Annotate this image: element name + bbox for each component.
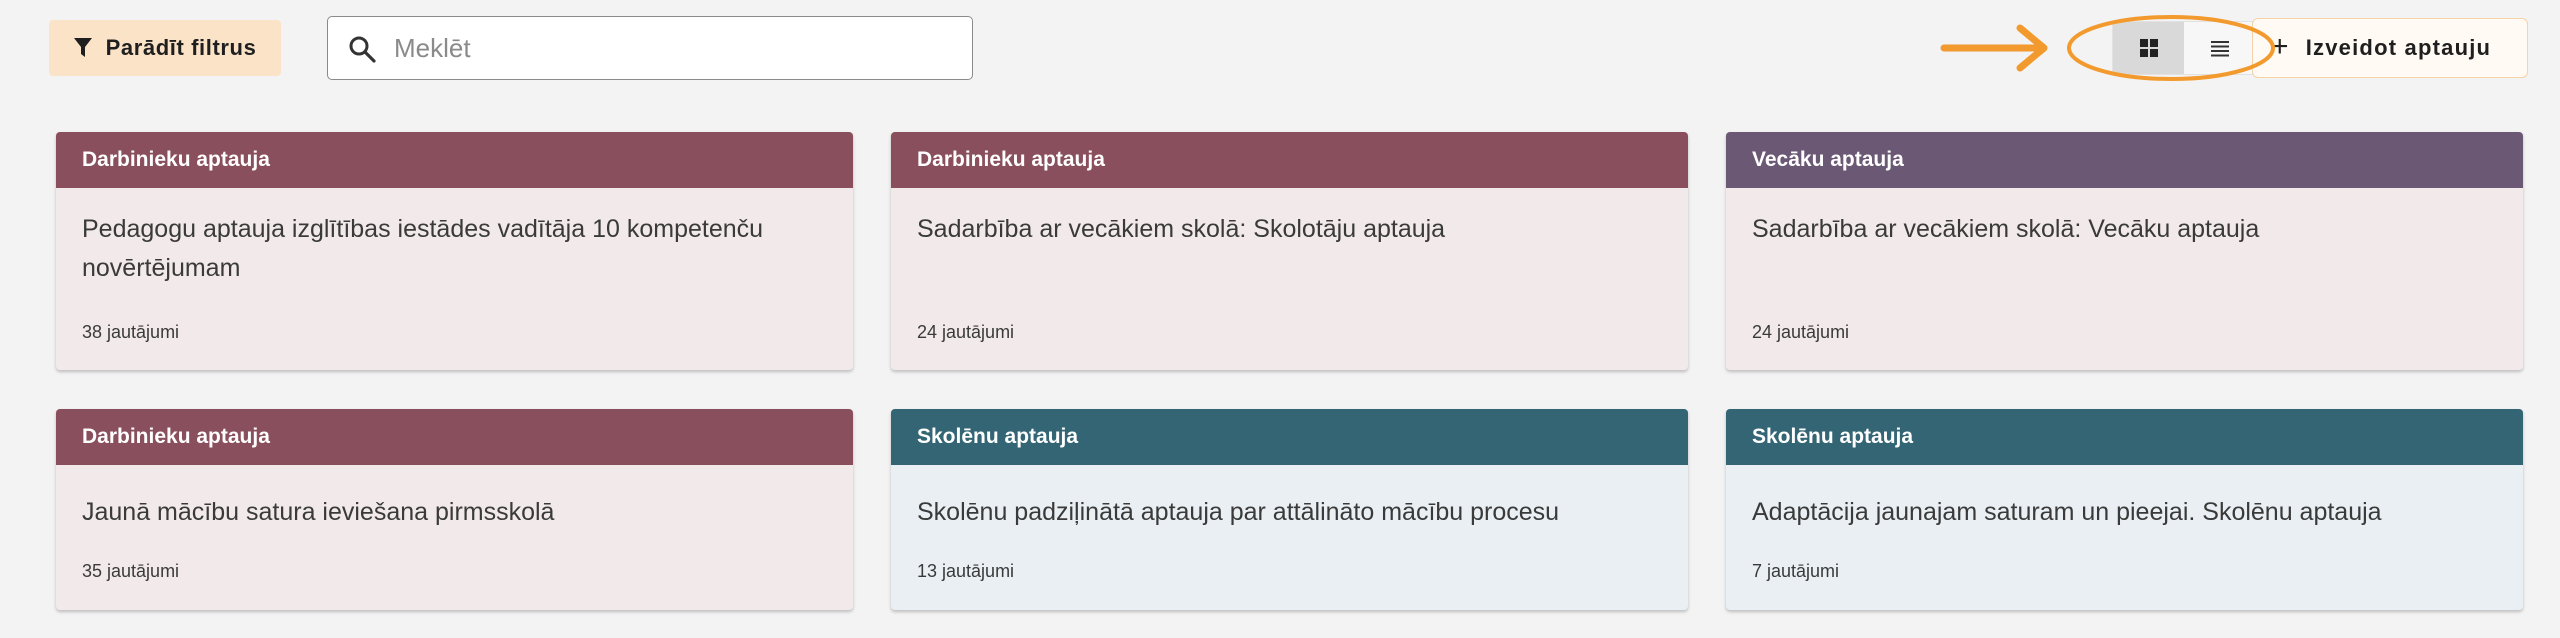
card-category: Vecāku aptauja — [1726, 132, 2523, 188]
card-question-count: 7 jautājumi — [1752, 561, 1840, 581]
survey-card[interactable]: Darbinieku aptauja Sadarbība ar vecākiem… — [891, 132, 1688, 370]
card-question-count: 24 jautājumi — [917, 322, 1015, 342]
show-filters-label: Parādīt filtrus — [105, 35, 257, 60]
list-view-button[interactable] — [2184, 22, 2255, 74]
view-toggle — [2112, 21, 2256, 75]
card-question-count: 24 jautājumi — [1752, 322, 1850, 342]
card-category: Skolēnu aptauja — [891, 409, 1688, 465]
card-title: Sadarbība ar vecākiem skolā: Skolotāju a… — [917, 215, 1446, 243]
card-title: Skolēnu padziļinātā aptauja par attālinā… — [917, 498, 1560, 526]
survey-card[interactable]: Skolēnu aptauja Skolēnu padziļinātā apta… — [891, 409, 1688, 610]
grid-icon — [2139, 39, 2158, 57]
card-category: Skolēnu aptauja — [1726, 409, 2523, 465]
plus-icon: + — [2271, 30, 2290, 63]
survey-card[interactable]: Vecāku aptauja Sadarbība ar vecākiem sko… — [1726, 132, 2523, 370]
card-title: Jaunā mācību satura ieviešana pirmsskolā — [82, 498, 555, 526]
survey-card[interactable]: Darbinieku aptauja Jaunā mācību satura i… — [56, 409, 853, 610]
card-category: Darbinieku aptauja — [56, 409, 853, 465]
card-question-count: 38 jautājumi — [82, 322, 180, 342]
card-category: Darbinieku aptauja — [891, 132, 1688, 188]
card-title: Sadarbība ar vecākiem skolā: Vecāku apta… — [1752, 215, 2260, 243]
survey-card[interactable]: Darbinieku aptauja Pedagogu aptauja izgl… — [56, 132, 853, 370]
card-category: Darbinieku aptauja — [56, 132, 853, 188]
create-survey-label: Izveidot aptauju — [2305, 35, 2492, 60]
search-icon — [349, 36, 376, 63]
card-title: Pedagogu aptauja izglītības iestādes vad… — [82, 215, 764, 282]
list-icon — [2210, 41, 2229, 57]
card-question-count: 13 jautājumi — [917, 561, 1015, 581]
arrow-annotation-icon — [1940, 24, 2048, 72]
filter-icon — [73, 38, 92, 57]
grid-view-button[interactable] — [2113, 22, 2184, 74]
survey-card[interactable]: Skolēnu aptauja Adaptācija jaunajam satu… — [1726, 409, 2523, 610]
card-title: Adaptācija jaunajam saturam un pieejai. … — [1752, 498, 2382, 526]
card-question-count: 35 jautājumi — [82, 561, 180, 581]
search-box — [327, 16, 973, 80]
toolbar: Parādīt filtrus Meklēt + Izveidot aptauj… — [0, 0, 2560, 100]
create-survey-button[interactable]: + Izveidot aptauju — [2252, 18, 2528, 78]
search-input[interactable] — [394, 27, 954, 69]
show-filters-button[interactable]: Parādīt filtrus — [49, 20, 281, 76]
